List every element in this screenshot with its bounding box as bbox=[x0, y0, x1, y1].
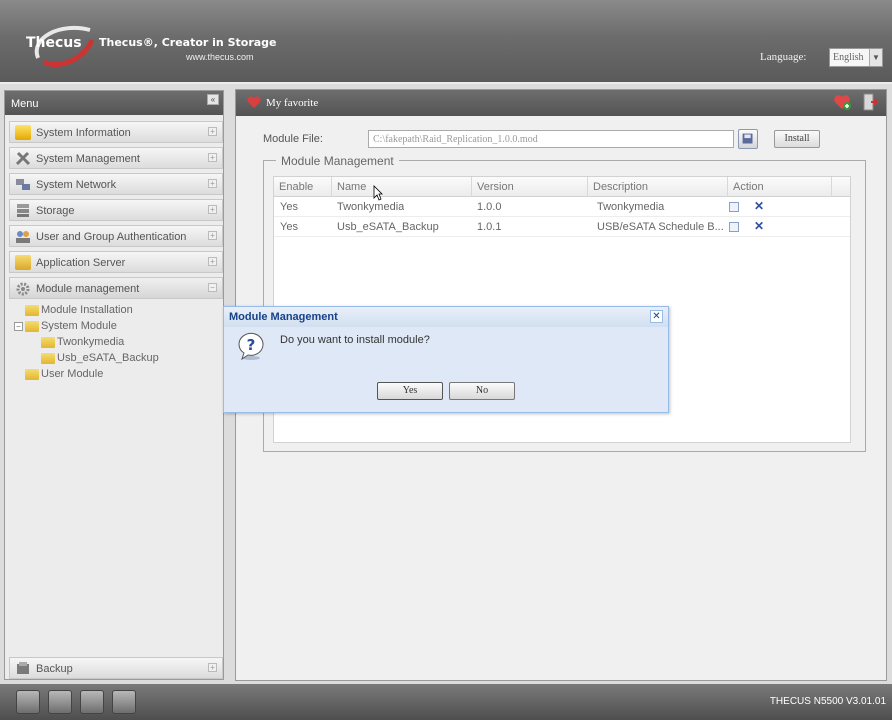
folder-icon bbox=[25, 369, 39, 380]
dialog-message: Do you want to install module? bbox=[280, 334, 430, 346]
network-icon bbox=[16, 179, 30, 190]
disk-icon[interactable] bbox=[48, 690, 72, 714]
col-enable[interactable]: Enable bbox=[279, 181, 313, 193]
tree-item-module-installation[interactable]: Module Installation bbox=[15, 303, 215, 319]
monitor-icon[interactable] bbox=[16, 690, 40, 714]
question-icon: ? bbox=[238, 332, 264, 361]
section-title: Module Management bbox=[276, 154, 399, 168]
folder-icon bbox=[25, 321, 39, 332]
heart-icon bbox=[247, 96, 261, 108]
no-button[interactable]: No bbox=[449, 382, 515, 400]
sidebar-item-system-management[interactable]: System Management + bbox=[9, 147, 223, 169]
tools-icon bbox=[15, 151, 31, 166]
cell-version: 1.0.0 bbox=[477, 201, 502, 213]
install-confirm-dialog: Module Management ✕ ? Do you want to ins… bbox=[223, 306, 669, 413]
module-tree: Module Installation − System Module Twon… bbox=[14, 303, 215, 383]
tree-item-twonkymedia[interactable]: Twonkymedia bbox=[15, 335, 215, 351]
sidebar-item-system-information[interactable]: System Information + bbox=[9, 121, 223, 143]
sidebar-item-application-server[interactable]: Application Server + bbox=[9, 251, 223, 273]
col-divider bbox=[331, 177, 332, 197]
yes-button[interactable]: Yes bbox=[377, 382, 443, 400]
col-divider bbox=[471, 177, 472, 197]
module-file-label: Module File: bbox=[263, 133, 323, 145]
footer-bar: THECUS N5500 V3.01.01 bbox=[0, 684, 892, 720]
col-action[interactable]: Action bbox=[733, 181, 764, 193]
close-icon[interactable]: ✕ bbox=[650, 310, 663, 323]
col-version[interactable]: Version bbox=[477, 181, 514, 193]
expand-icon[interactable]: + bbox=[208, 257, 217, 266]
install-button[interactable]: Install bbox=[774, 130, 820, 148]
sidebar-item-storage[interactable]: Storage + bbox=[9, 199, 223, 221]
cell-description: USB/eSATA Schedule B... bbox=[597, 221, 724, 233]
svg-text:?: ? bbox=[247, 336, 256, 354]
tree-expand-icon[interactable]: − bbox=[14, 322, 23, 331]
module-icon bbox=[41, 353, 55, 364]
expand-icon[interactable]: + bbox=[208, 663, 217, 672]
col-divider bbox=[831, 177, 832, 197]
cell-name: Twonkymedia bbox=[337, 201, 405, 213]
tree-item-user-module[interactable]: User Module bbox=[15, 367, 215, 383]
main-title-bar: My favorite bbox=[236, 90, 886, 116]
col-divider bbox=[727, 177, 728, 197]
collapse-icon[interactable]: − bbox=[208, 283, 217, 292]
tree-item-usb-esata-backup[interactable]: Usb_eSATA_Backup bbox=[15, 351, 215, 367]
folder-icon bbox=[25, 305, 39, 316]
backup-icon bbox=[17, 662, 29, 674]
cell-name: Usb_eSATA_Backup bbox=[337, 221, 439, 233]
language-select[interactable]: English ▼ bbox=[829, 48, 883, 67]
folder-icon bbox=[15, 255, 31, 270]
gear-icon bbox=[16, 282, 30, 296]
delete-icon[interactable]: ✕ bbox=[754, 199, 764, 213]
collapse-sidebar-icon[interactable]: « bbox=[207, 94, 219, 105]
language-label: Language: bbox=[760, 51, 807, 63]
network-topology-icon[interactable] bbox=[112, 690, 136, 714]
table-row[interactable]: Yes Usb_eSATA_Backup 1.0.1 USB/eSATA Sch… bbox=[274, 217, 850, 237]
sidebar-menu: Menu « System Information + System Manag… bbox=[4, 90, 224, 680]
cell-enable: Yes bbox=[280, 201, 298, 213]
browse-button[interactable] bbox=[738, 129, 758, 149]
cell-version: 1.0.1 bbox=[477, 221, 502, 233]
chevron-down-icon[interactable]: ▼ bbox=[869, 49, 882, 66]
sidebar-title: Menu « bbox=[5, 91, 223, 115]
expand-icon[interactable]: + bbox=[208, 231, 217, 240]
info-icon bbox=[15, 125, 31, 140]
sidebar-item-backup[interactable]: Backup + bbox=[9, 657, 223, 679]
cell-description: Twonkymedia bbox=[597, 201, 665, 213]
sidebar-item-user-group-auth[interactable]: User and Group Authentication + bbox=[9, 225, 223, 247]
users-icon bbox=[16, 231, 30, 243]
language-value: English bbox=[833, 52, 864, 63]
expand-icon[interactable]: + bbox=[208, 127, 217, 136]
grid-header: Enable Name Version Description Action bbox=[274, 177, 850, 197]
mouse-cursor-icon bbox=[373, 185, 383, 201]
storage-icon bbox=[17, 204, 29, 217]
dialog-title: Module Management bbox=[224, 307, 668, 327]
expand-icon[interactable]: + bbox=[208, 179, 217, 188]
save-disk-icon bbox=[742, 133, 753, 144]
fan-icon[interactable] bbox=[80, 690, 104, 714]
table-row[interactable]: Yes Twonkymedia 1.0.0 Twonkymedia ✕ bbox=[274, 197, 850, 217]
app-header: Thecus Thecus®, Creator in Storage www.t… bbox=[0, 0, 892, 84]
sidebar-item-module-management[interactable]: Module management − bbox=[9, 277, 223, 299]
logo-text: Thecus bbox=[26, 35, 82, 51]
model-version: THECUS N5500 V3.01.01 bbox=[769, 696, 886, 707]
enable-checkbox[interactable] bbox=[729, 222, 739, 232]
module-file-input[interactable]: C:\fakepath\Raid_Replication_1.0.0.mod bbox=[368, 130, 734, 148]
module-icon bbox=[41, 337, 55, 348]
col-divider bbox=[587, 177, 588, 197]
delete-icon[interactable]: ✕ bbox=[754, 219, 764, 233]
tree-item-system-module[interactable]: − System Module bbox=[14, 319, 215, 335]
expand-icon[interactable]: + bbox=[208, 153, 217, 162]
enable-checkbox[interactable] bbox=[729, 202, 739, 212]
col-name[interactable]: Name bbox=[337, 181, 366, 193]
tagline: Thecus®, Creator in Storage bbox=[99, 36, 277, 49]
add-favorite-icon[interactable] bbox=[834, 94, 852, 111]
sidebar-item-system-network[interactable]: System Network + bbox=[9, 173, 223, 195]
expand-icon[interactable]: + bbox=[208, 205, 217, 214]
website-link[interactable]: www.thecus.com bbox=[186, 52, 254, 62]
cell-enable: Yes bbox=[280, 221, 298, 233]
col-description[interactable]: Description bbox=[593, 181, 648, 193]
logout-icon[interactable] bbox=[862, 93, 878, 111]
